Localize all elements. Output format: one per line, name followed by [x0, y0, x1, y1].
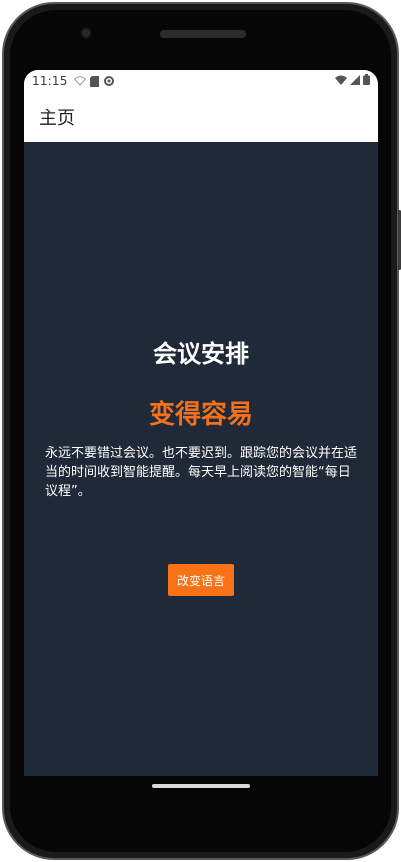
device-screen: 11:15 主页 会议安排 变得容易 永远不要错过会议。也不要迟到。跟踪您的会议 — [24, 70, 378, 776]
status-time: 11:15 — [32, 74, 68, 88]
status-right-group — [335, 74, 370, 88]
front-camera — [80, 27, 92, 39]
change-language-button[interactable]: 改变语言 — [168, 564, 234, 596]
status-bar: 11:15 — [24, 70, 378, 92]
signal-icon — [350, 74, 360, 88]
wifi-icon — [335, 74, 347, 88]
sd-card-icon — [89, 75, 99, 87]
home-indicator[interactable] — [152, 784, 250, 788]
settings-icon — [103, 75, 115, 87]
main-content: 会议安排 变得容易 永远不要错过会议。也不要迟到。跟踪您的会议并在适当的时间收到… — [24, 142, 378, 776]
page-title: 会议安排 — [153, 340, 249, 368]
earpiece-speaker — [160, 30, 246, 38]
app-bar-title: 主页 — [39, 108, 75, 129]
app-bar: 主页 — [24, 92, 378, 142]
battery-icon — [363, 74, 370, 88]
wifi-outline-icon — [73, 76, 86, 86]
page-subtitle: 变得容易 — [148, 400, 253, 430]
description-text: 永远不要错过会议。也不要迟到。跟踪您的会议并在适当的时间收到智能提醒。每天早上阅… — [45, 446, 358, 499]
